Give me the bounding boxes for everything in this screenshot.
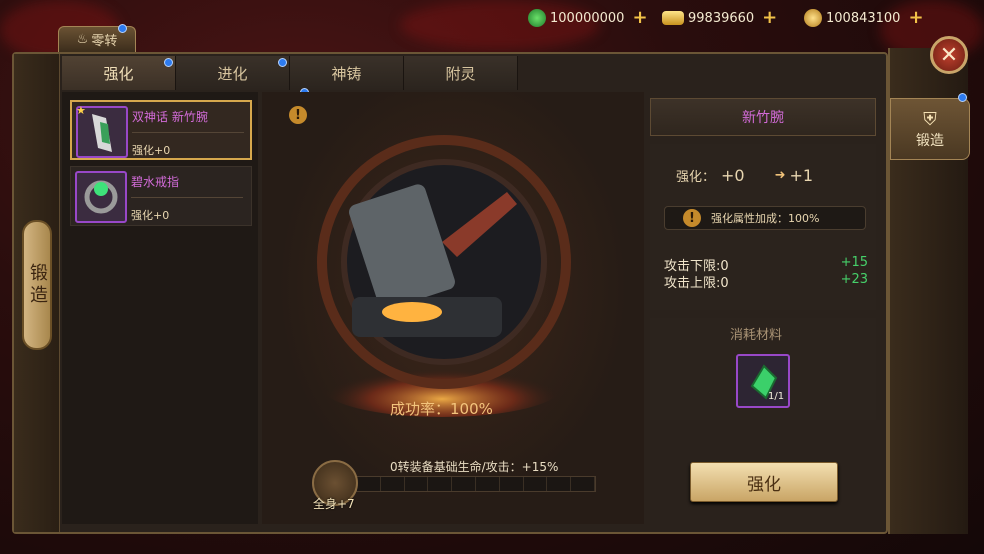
stat-attack-min-delta: +15 — [840, 255, 868, 270]
currency-jade: 100000000 + — [528, 8, 648, 28]
notification-dot — [164, 58, 173, 67]
attr-bonus-box: ! 强化属性加成：100% — [664, 206, 866, 230]
tab-divine-cast[interactable]: 神铸 — [290, 56, 404, 90]
attr-bonus-text: 强化属性加成：100% — [711, 212, 820, 225]
add-coin-button[interactable]: + — [908, 9, 923, 27]
close-button[interactable]: ✕ — [930, 36, 968, 74]
currency-jade-value: 100000000 — [550, 10, 625, 26]
equipment-list: ★ 双神话 新竹腕 强化+0 碧水戒指 强化+0 — [62, 88, 309, 524]
enhance-level-current: +0 — [721, 166, 745, 185]
add-jade-button[interactable]: + — [632, 9, 647, 27]
tab-spirit[interactable]: 附灵 — [404, 56, 518, 90]
side-tab-forge[interactable]: ⛨ 锻造 — [890, 98, 970, 160]
gold-ingot-icon — [662, 11, 684, 25]
divider — [131, 197, 243, 198]
close-icon: ✕ — [939, 42, 959, 68]
side-tab-forge-label: 锻造 — [916, 132, 944, 149]
ring-icon — [75, 171, 127, 223]
jade-icon — [528, 9, 546, 27]
stat-attack-max-delta: +23 — [840, 272, 868, 287]
tab-divine-cast-label: 神铸 — [331, 64, 362, 83]
divider — [132, 132, 244, 133]
item-name: 双神话 新竹腕 — [132, 110, 208, 124]
enhance-button[interactable]: 强化 — [690, 462, 838, 502]
list-item[interactable]: 碧水戒指 强化+0 — [70, 166, 252, 226]
enhance-level-next: +1 — [789, 166, 814, 185]
star-icon: ★ — [76, 104, 86, 117]
item-level: 强化+0 — [131, 209, 170, 222]
currency-gold-ingot-value: 99839660 — [688, 10, 755, 26]
currency-gold-ingot: 99839660 + — [662, 8, 777, 28]
material-count: 1/1 — [768, 391, 785, 402]
success-rate: 成功率：100% — [390, 400, 493, 418]
enhance-level-row: 强化： +0 ➜ +1 — [676, 166, 813, 185]
set-bonus-progress — [356, 476, 596, 492]
info-icon[interactable]: ! — [683, 209, 701, 227]
currency-coin: 100843100 + — [804, 8, 924, 28]
notification-dot — [278, 58, 287, 67]
zero-turn-label: 零转 — [91, 34, 118, 49]
selected-item-title: 新竹腕 — [650, 98, 876, 136]
materials-title: 消耗材料 — [730, 328, 783, 343]
full-body-level: 全身+7 — [313, 497, 355, 511]
add-gold-ingot-button[interactable]: + — [762, 9, 777, 27]
tab-spirit-label: 附灵 — [445, 64, 476, 83]
stat-attack-max: 攻击上限:0 — [664, 276, 729, 291]
list-item[interactable]: ★ 双神话 新竹腕 强化+0 — [70, 100, 252, 160]
tab-evolve[interactable]: 进化 — [176, 56, 290, 90]
armor-icon: ⛨ — [923, 108, 937, 130]
set-bonus-text: 0转装备基础生命/攻击：+15% — [390, 460, 559, 474]
notification-dot — [118, 24, 127, 33]
tab-enhance[interactable]: 强化 — [62, 56, 176, 90]
currency-coin-value: 100843100 — [826, 10, 901, 26]
flame-icon: ♨ — [76, 32, 89, 47]
tab-evolve-label: 进化 — [217, 64, 248, 83]
coin-icon — [804, 9, 822, 27]
tab-enhance-label: 强化 — [103, 64, 134, 83]
info-icon[interactable]: ! — [289, 106, 307, 124]
item-level: 强化+0 — [132, 144, 171, 157]
notification-dot — [958, 93, 967, 102]
enhance-level-label: 强化： — [676, 170, 716, 185]
arrow-right-icon: ➜ — [774, 168, 786, 183]
tab-bar: 强化 进化 神铸 附灵 — [62, 56, 518, 90]
item-name: 碧水戒指 — [131, 175, 180, 189]
left-rail-forge-button[interactable]: 锻造 — [22, 220, 52, 350]
